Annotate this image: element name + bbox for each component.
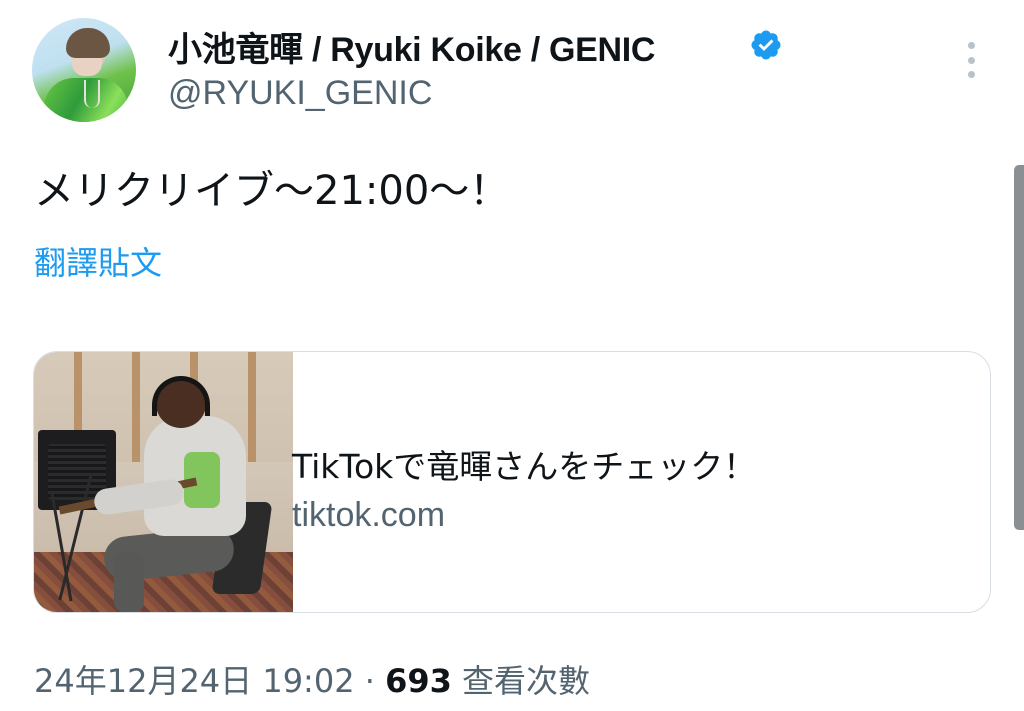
author-display-name[interactable]: 小池竜暉 / Ryuki Koike / GENIC bbox=[168, 22, 655, 71]
link-card-domain[interactable]: tiktok.com bbox=[292, 496, 445, 535]
translate-post-link[interactable]: 翻譯貼文 bbox=[34, 238, 162, 284]
link-card-thumbnail bbox=[34, 352, 293, 612]
scrollbar[interactable] bbox=[1014, 165, 1024, 530]
author-avatar[interactable] bbox=[32, 18, 136, 122]
more-dot bbox=[967, 71, 975, 78]
wall-slat bbox=[132, 352, 140, 462]
wall-slat bbox=[248, 352, 256, 462]
more-dot bbox=[967, 56, 975, 64]
headphones bbox=[152, 376, 210, 416]
avatar-necklace bbox=[84, 80, 100, 108]
tweet-timestamp[interactable]: 24年12月24日 19:02 bbox=[34, 662, 355, 700]
person-shin bbox=[114, 552, 144, 612]
views-count[interactable]: 693 bbox=[385, 662, 452, 700]
author-handle[interactable]: @RYUKI_GENIC bbox=[168, 74, 432, 113]
tweet-meta: 24年12月24日 19:02 · 693 查看次數 bbox=[34, 656, 590, 702]
link-card-title[interactable]: TikTokで竜暉さんをチェック！ bbox=[292, 440, 756, 488]
meta-separator: · bbox=[364, 662, 375, 700]
tweet-text: メリクリイブ〜21:00〜！ bbox=[34, 168, 510, 214]
more-options-icon[interactable] bbox=[958, 36, 984, 84]
more-dot bbox=[967, 42, 975, 49]
views-label: 查看次數 bbox=[462, 662, 591, 700]
avatar-hair bbox=[66, 28, 110, 58]
verified-badge-icon bbox=[751, 30, 781, 60]
tweet-detail: 小池竜暉 / Ryuki Koike / GENIC @RYUKI_GENIC … bbox=[0, 0, 1024, 711]
